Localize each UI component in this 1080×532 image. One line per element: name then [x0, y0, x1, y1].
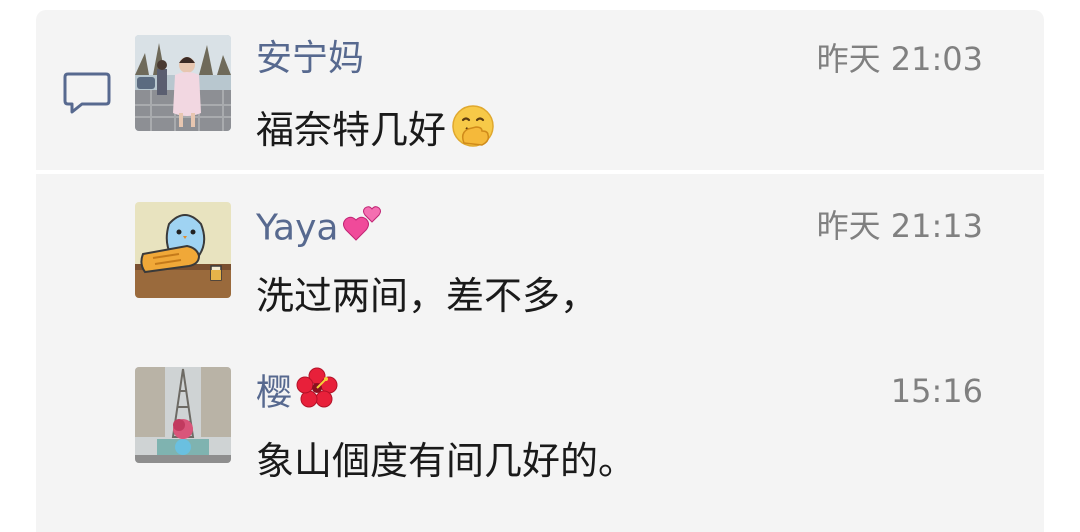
- two-hearts-emoji: [342, 202, 384, 257]
- comment-text: 福奈特几好: [256, 103, 496, 155]
- commenter-name-text[interactable]: Yaya: [256, 208, 338, 249]
- comment-feed: 安宁妈 昨天 21:03 福奈特几好 Yaya 昨天 21:13 洗过两间，差不…: [0, 0, 1080, 532]
- hand-over-mouth-emoji: [450, 103, 496, 162]
- comment-item[interactable]: 安宁妈 昨天 21:03 福奈特几好: [135, 35, 995, 152]
- avatar[interactable]: [135, 367, 231, 463]
- comment-text-body: 洗过两间，差不多，: [256, 274, 599, 318]
- comment-time: 昨天 21:13: [816, 207, 983, 245]
- comment-text: 洗过两间，差不多，: [256, 270, 598, 322]
- comment-text: 象山個度有间几好的。: [256, 435, 636, 487]
- hibiscus-emoji: [296, 367, 338, 422]
- comment-text-body: 象山個度有间几好的。: [256, 439, 637, 483]
- comment-time: 昨天 21:03: [816, 40, 983, 78]
- comment-item[interactable]: 樱 15:16 象山個度有间几好的。: [135, 367, 995, 483]
- comment-time: 15:16: [890, 372, 983, 410]
- commenter-name[interactable]: 安宁妈: [256, 35, 364, 83]
- avatar[interactable]: [135, 202, 231, 298]
- comment-bubble-icon: [62, 70, 112, 116]
- commenter-name-text[interactable]: 樱: [256, 373, 292, 414]
- comment-item[interactable]: Yaya 昨天 21:13 洗过两间，差不多，: [135, 202, 995, 318]
- avatar[interactable]: [135, 35, 231, 131]
- commenter-name-text[interactable]: 安宁妈: [256, 38, 364, 79]
- commenter-name[interactable]: 樱: [256, 367, 338, 415]
- commenter-name[interactable]: Yaya: [256, 202, 384, 250]
- comment-text-body: 福奈特几好: [256, 108, 447, 152]
